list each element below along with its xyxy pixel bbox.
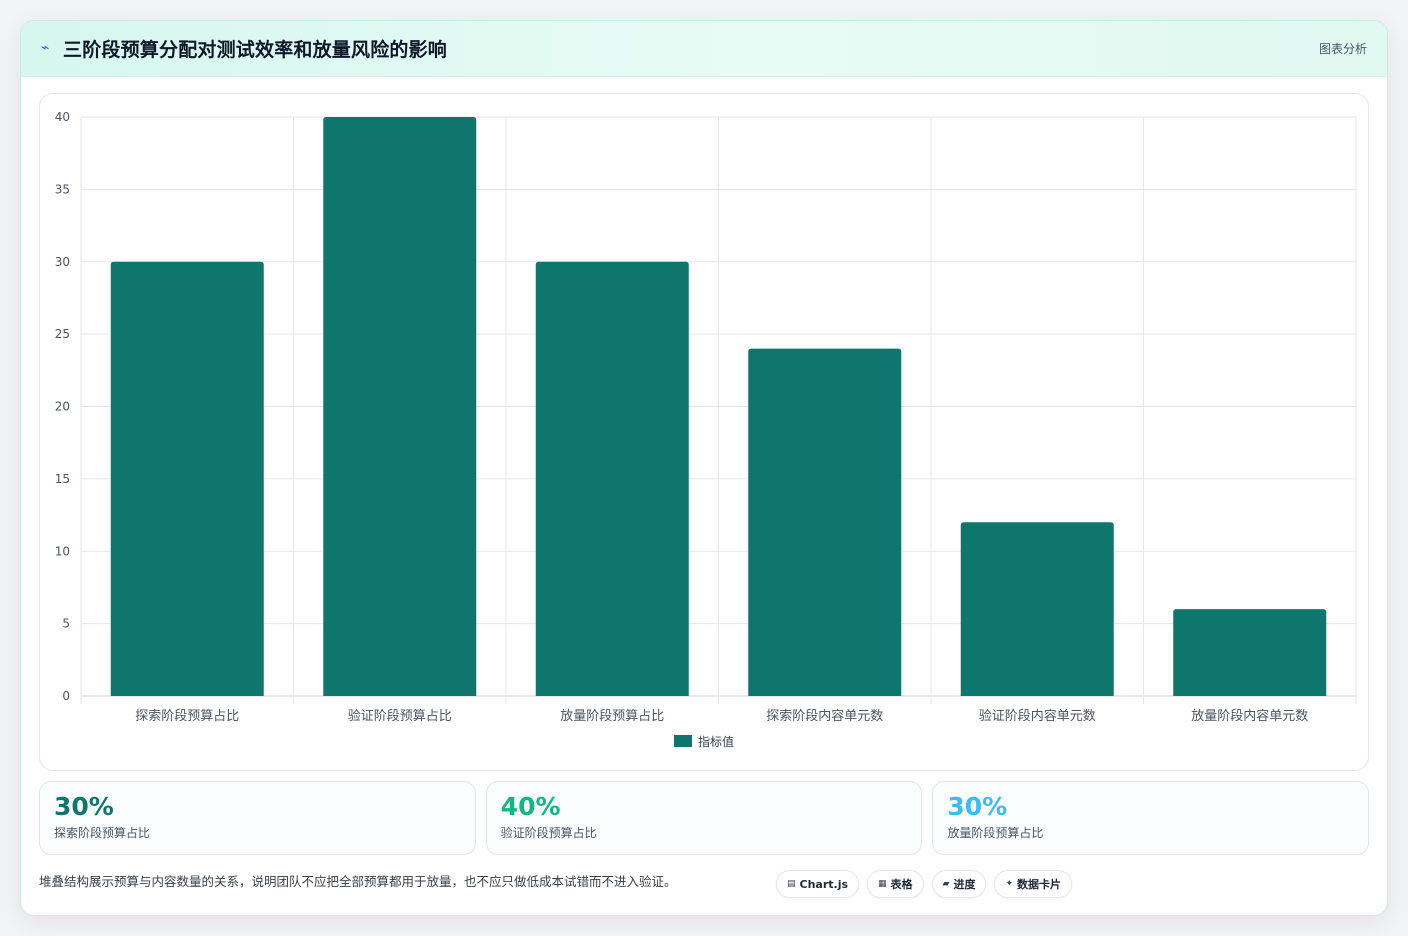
bar: [535, 261, 689, 696]
x-tick-label: 探索阶段预算占比: [135, 709, 239, 724]
table-icon: ▦: [878, 879, 887, 889]
footer-note: 堆叠结构展示预算与内容数量的关系，说明团队不应把全部预算都用于放量，也不应只做低…: [39, 873, 677, 889]
y-tick-label: 10: [55, 544, 70, 558]
footer: 堆叠结构展示预算与内容数量的关系，说明团队不应把全部预算都用于放量，也不应只做低…: [39, 867, 1369, 901]
y-tick-label: 0: [62, 689, 70, 703]
stat-card-scale: 30% 放量阶段预算占比: [932, 781, 1370, 855]
card-header: ⌁ 三阶段预算分配对测试效率和放量风险的影响 图表分析: [21, 21, 1387, 77]
stat-value: 30%: [54, 792, 114, 821]
stat-label: 放量阶段预算占比: [947, 826, 1044, 840]
chart-analysis-label: 图表分析: [1318, 42, 1367, 56]
x-tick-label: 放量阶段预算占比: [560, 709, 664, 724]
stat-card-validate: 40% 验证阶段预算占比: [485, 781, 923, 855]
bar: [960, 522, 1114, 696]
chip-label: Chart.js: [799, 877, 849, 891]
y-tick-label: 35: [55, 182, 70, 196]
y-tick-label: 5: [62, 617, 70, 631]
chip-data-card[interactable]: ✦ 数据卡片: [994, 870, 1073, 898]
x-tick-label: 探索阶段内容单元数: [766, 708, 883, 724]
chip-chartjs[interactable]: ▤ Chart.js: [776, 870, 860, 898]
y-tick-label: 40: [55, 110, 70, 124]
stats-row: 30% 探索阶段预算占比 40% 验证阶段预算占比 30% 放量阶段预算占比: [39, 781, 1370, 855]
stat-label: 验证阶段预算占比: [500, 826, 597, 840]
stat-value: 40%: [500, 792, 561, 821]
bar: [323, 117, 477, 696]
x-tick-label: 验证阶段预算占比: [348, 708, 452, 724]
chart-card: ⌁ 三阶段预算分配对测试效率和放量风险的影响 图表分析 0 5 10 15 20 25 30…: [20, 20, 1388, 916]
stat-label: 探索阶段预算占比: [54, 826, 151, 840]
stat-card-explore: 30% 探索阶段预算占比: [39, 781, 476, 855]
chart-icon: ▤: [787, 879, 796, 889]
x-tick-label: 验证阶段内容单元数: [979, 708, 1096, 724]
bar-chart: 0 5 10 15 20 25 30 35 40 探索阶段预算占比 验证阶段预算占比 放量阶段预算占比…: [55, 110, 1357, 749]
chart-line-icon: ⌁: [41, 39, 50, 56]
y-tick-label: 15: [55, 472, 70, 486]
progress-icon: ▰: [942, 879, 950, 889]
y-tick-label: 20: [55, 400, 70, 414]
bar: [748, 348, 902, 696]
chip-label: 表格: [890, 878, 913, 891]
y-tick-label: 25: [55, 327, 70, 341]
chip-table[interactable]: ▦ 表格: [867, 870, 924, 898]
chip-label: 进度: [953, 878, 976, 891]
data-card-icon: ✦: [1005, 879, 1014, 889]
title-wrap: ⌁ 三阶段预算分配对测试效率和放量风险的影响: [41, 35, 447, 62]
chip-label: 数据卡片: [1017, 878, 1062, 891]
bar: [110, 261, 264, 696]
legend-swatch: [674, 735, 692, 747]
chart-panel: 0 5 10 15 20 25 30 35 40 探索阶段预算占比 验证阶段预算占比 放量阶段预算占比…: [39, 93, 1369, 771]
chip-list: ▤ Chart.js ▦ 表格 ▰ 进度 ✦ 数据卡片: [776, 870, 1073, 898]
y-tick-label: 30: [55, 255, 70, 269]
x-tick-label: 放量阶段内容单元数: [1191, 708, 1308, 724]
bar: [1173, 609, 1327, 696]
stat-value: 30%: [947, 792, 1008, 821]
page-title: 三阶段预算分配对测试效率和放量风险的影响: [63, 39, 448, 61]
chip-progress[interactable]: ▰ 进度: [931, 870, 987, 898]
legend-label: 指标值: [698, 734, 734, 749]
